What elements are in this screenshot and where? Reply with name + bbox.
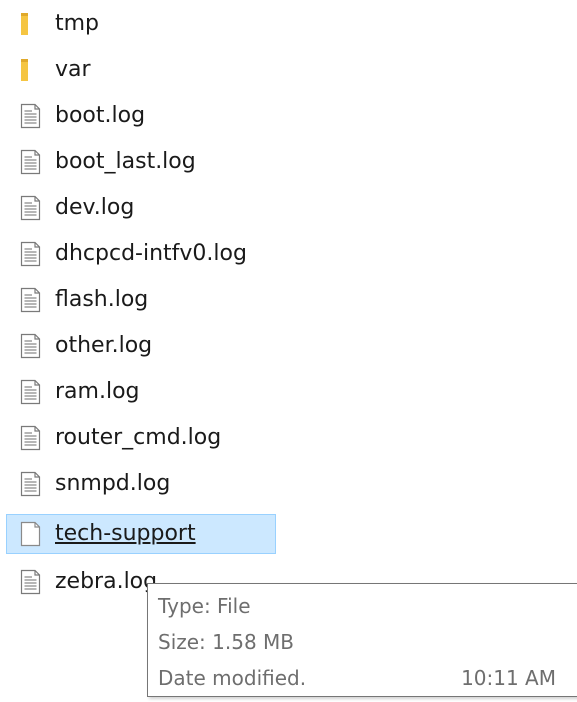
folder-icon — [15, 55, 45, 85]
folder-icon — [15, 9, 45, 39]
file-row-selected[interactable]: tech-support — [6, 514, 276, 554]
tooltip-date-row: Date modified. 10:11 AM — [158, 664, 568, 692]
text-file-icon — [15, 469, 45, 499]
file-row[interactable]: dhcpcd-intfv0.log — [6, 234, 276, 274]
text-file-icon — [15, 193, 45, 223]
file-name: boot_last.log — [55, 149, 196, 174]
file-name: flash.log — [55, 287, 149, 312]
text-file-icon — [15, 567, 45, 597]
file-name: router_cmd.log — [55, 425, 222, 450]
file-name: tmp — [55, 11, 100, 36]
file-row[interactable]: var — [6, 50, 276, 90]
file-name: dev.log — [55, 195, 135, 220]
tooltip-date-value: 10:11 AM — [461, 666, 556, 690]
file-name: tech-support — [55, 521, 196, 546]
file-row[interactable]: snmpd.log — [6, 464, 276, 504]
tooltip-type: Type: File — [158, 594, 251, 618]
file-row[interactable]: dev.log — [6, 188, 276, 228]
file-name: boot.log — [55, 103, 146, 128]
text-file-icon — [15, 147, 45, 177]
file-row[interactable]: other.log — [6, 326, 276, 366]
file-row[interactable]: ram.log — [6, 372, 276, 412]
file-row[interactable]: router_cmd.log — [6, 418, 276, 458]
text-file-icon — [15, 377, 45, 407]
file-name: snmpd.log — [55, 471, 171, 496]
file-info-tooltip: Type: File Size: 1.58 MB Date modified. … — [147, 583, 577, 697]
text-file-icon — [15, 331, 45, 361]
blank-file-icon — [15, 519, 45, 549]
file-name: other.log — [55, 333, 153, 358]
file-row[interactable]: tmp — [6, 4, 276, 44]
file-name: ram.log — [55, 379, 140, 404]
text-file-icon — [15, 101, 45, 131]
tooltip-size: Size: 1.58 MB — [158, 630, 295, 654]
text-file-icon — [15, 423, 45, 453]
file-row[interactable]: flash.log — [6, 280, 276, 320]
text-file-icon — [15, 285, 45, 315]
file-name: zebra.log — [55, 569, 158, 594]
file-name: dhcpcd-intfv0.log — [55, 241, 247, 266]
tooltip-date-label: Date modified. — [158, 666, 307, 690]
text-file-icon — [15, 239, 45, 269]
file-row[interactable]: boot_last.log — [6, 142, 276, 182]
file-name: var — [55, 57, 91, 82]
file-row[interactable]: boot.log — [6, 96, 276, 136]
